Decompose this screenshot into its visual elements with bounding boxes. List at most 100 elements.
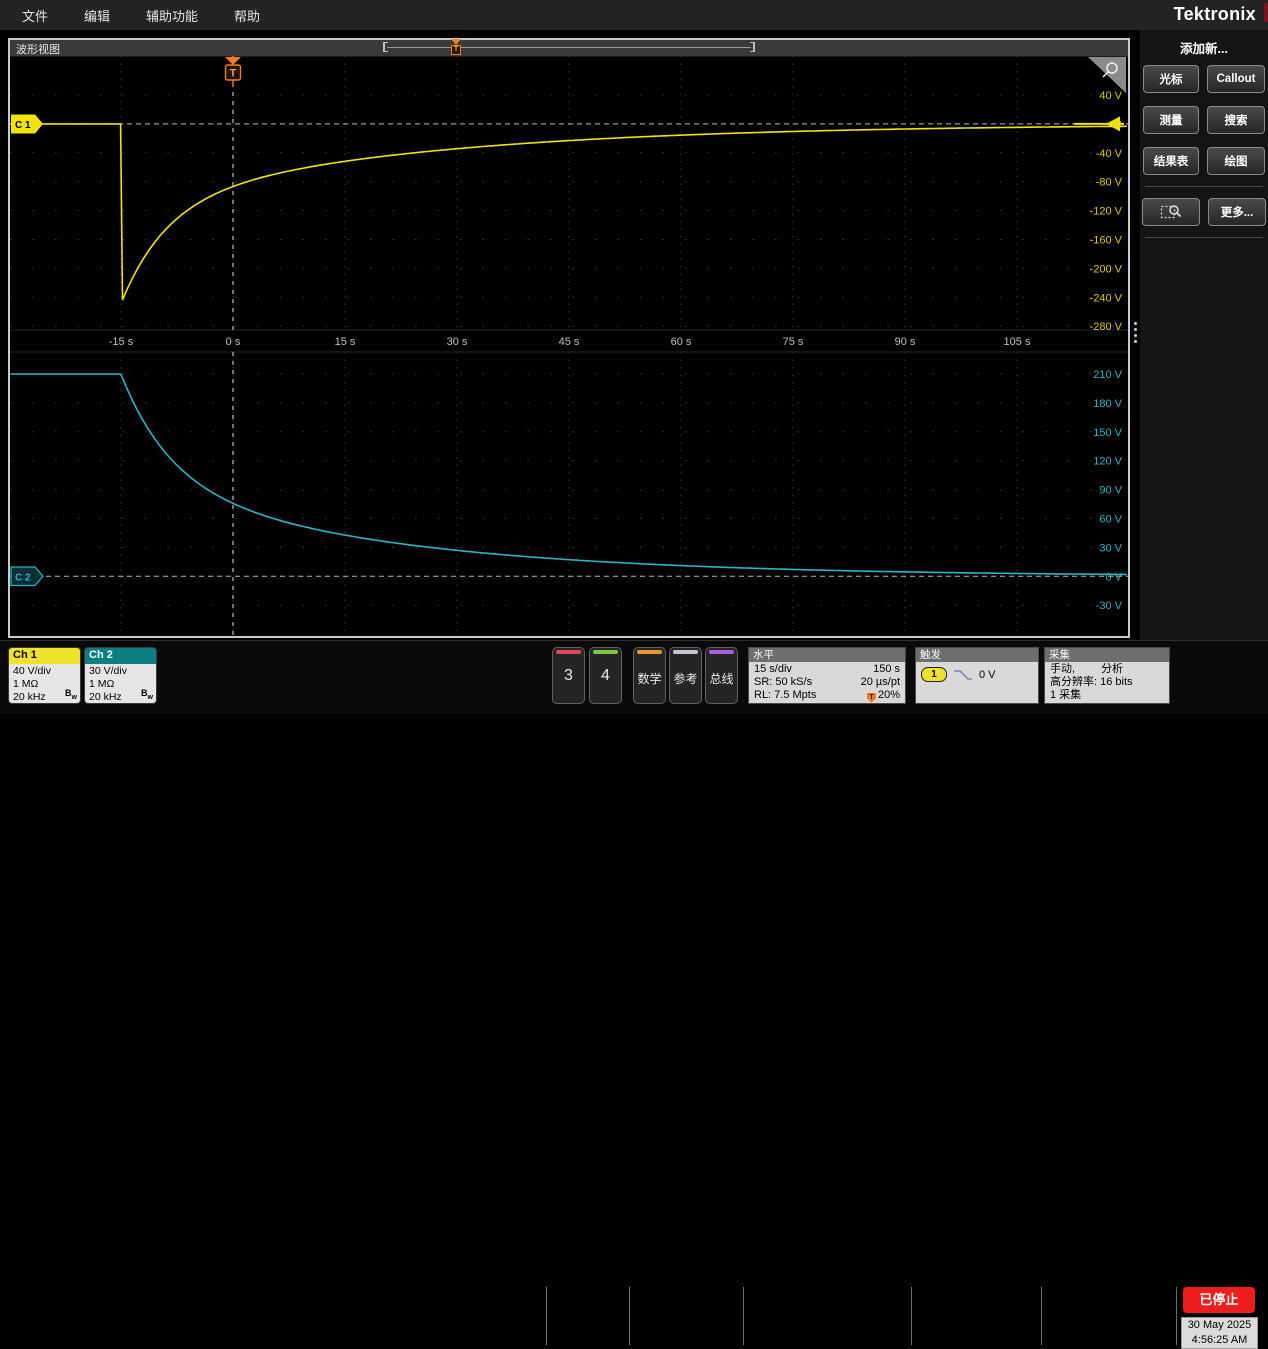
add-new-button-grid: 光标 Callout 测量搜索结果表绘图 <box>1140 65 1268 175</box>
menu-item-4[interactable]: 帮助 <box>234 6 260 25</box>
trigger-flag-t-icon: T <box>230 68 237 80</box>
bottom-bar-divider <box>1176 1287 1177 1345</box>
waveform-view-panel: 波形视图 T 40 V0-40 V-80 V-120 V-160 V-200 V… <box>8 38 1130 638</box>
channel-button-数学[interactable]: 数学 <box>633 647 666 704</box>
channel-1-badge[interactable]: Ch 1 40 V/div 1 MΩ 20 kHz Bw <box>8 647 81 704</box>
acquisition-detail: 高分辨率: 16 bits <box>1050 676 1164 689</box>
ch2-flag-label: C 2 <box>15 573 31 584</box>
time-axis-label: 75 s <box>783 336 804 348</box>
time-axis-label: 15 s <box>335 336 356 348</box>
ch2-axis-label: 210 V <box>1093 369 1122 381</box>
add-5-button[interactable]: 结果表 <box>1143 147 1199 175</box>
acquisition-mode: 手动, <box>1050 663 1075 676</box>
trigger-source-badge: 1 <box>921 667 947 682</box>
acquisition-count: 1 采集 <box>1050 689 1164 702</box>
channel-1-scale: 40 V/div <box>13 665 76 678</box>
bandwidth-limit-icon: Bw <box>65 687 77 704</box>
channel-color-stripe <box>556 650 581 654</box>
channel-2-badge[interactable]: Ch 2 30 V/div 1 MΩ 20 kHz Bw <box>84 647 157 704</box>
add-2-button[interactable]: Callout <box>1207 65 1265 93</box>
sidebar-divider <box>1145 186 1263 187</box>
bottom-bar: Ch 1 40 V/div 1 MΩ 20 kHz Bw Ch 2 30 V/d… <box>0 640 1268 714</box>
sidebar-divider-2 <box>1145 237 1263 238</box>
date-text: 30 May 2025 <box>1182 1318 1257 1333</box>
channel-2-name: Ch 2 <box>85 648 156 664</box>
ch2-axis-label: 120 V <box>1093 456 1122 468</box>
horizontal-pan-minimap[interactable]: T <box>383 42 755 53</box>
zoom-select-button[interactable] <box>1142 198 1200 226</box>
channel-color-stripe <box>673 650 698 654</box>
channel-button-label: 4 <box>590 667 621 685</box>
menu-item-1[interactable]: 文件 <box>22 6 48 25</box>
minimap-right-bracket[interactable] <box>750 42 755 52</box>
time-axis-label: 0 s <box>226 336 241 348</box>
waveform-view-title: 波形视图 <box>16 41 60 57</box>
add-6-button[interactable]: 绘图 <box>1207 147 1265 175</box>
ch2-axis-label: 90 V <box>1099 485 1122 497</box>
menu-item-3[interactable]: 辅助功能 <box>146 6 198 25</box>
add-3-button[interactable]: 测量 <box>1143 106 1199 134</box>
minimap-left-bracket[interactable] <box>383 42 388 52</box>
ch2-axis-label: 60 V <box>1099 514 1122 526</box>
minimap-trigger-t-icon: T <box>451 45 461 55</box>
scope-graticule[interactable]: 40 V0-40 V-80 V-120 V-160 V-200 V-240 V-… <box>10 56 1128 636</box>
bottom-bar-divider <box>629 1287 630 1345</box>
ch1-axis-label: 40 V <box>1099 90 1122 102</box>
bandwidth-limit-icon: Bw <box>141 687 153 704</box>
trigger-panel[interactable]: 触发 1 0 V <box>915 647 1039 704</box>
add-new-title: 添加新... <box>1140 38 1268 57</box>
ch2-axis-label: 30 V <box>1099 542 1122 554</box>
sample-interval: 20 µs/pt <box>861 676 900 689</box>
minimap-trigger-marker[interactable]: T <box>451 39 461 55</box>
acquisition-panel[interactable]: 采集 手动, 分析 高分辨率: 16 bits 1 采集 <box>1044 647 1170 704</box>
acquisition-title: 采集 <box>1045 648 1169 662</box>
run-stop-button[interactable]: 已停止 <box>1183 1287 1255 1313</box>
channel-button-label: 3 <box>553 667 584 685</box>
corner-zoom-control[interactable] <box>1088 57 1126 93</box>
channel-button-3[interactable]: 3 <box>552 647 585 704</box>
logo-accent <box>1264 3 1268 22</box>
channel-2-scale: 30 V/div <box>89 665 152 678</box>
time-text: 4:56:25 AM <box>1182 1333 1257 1348</box>
ch2-axis-label: -30 V <box>1096 600 1123 612</box>
channel-2-settings: 30 V/div 1 MΩ 20 kHz Bw <box>85 664 156 704</box>
channel-button-4[interactable]: 4 <box>589 647 622 704</box>
ch1-axis-label: -240 V <box>1090 292 1123 304</box>
ch1-flag-label: C 1 <box>15 120 31 131</box>
trigger-flag-triangle-icon[interactable] <box>225 57 241 65</box>
time-axis-label: 30 s <box>447 336 468 348</box>
add-1-button[interactable]: 光标 <box>1143 65 1199 93</box>
panel-splitter-handle[interactable] <box>1134 322 1137 343</box>
channel-button-参考[interactable]: 参考 <box>669 647 702 704</box>
horizontal-scale: 15 s/div <box>754 663 792 676</box>
menu-items: 文件 编辑 辅助功能 帮助 <box>22 0 260 30</box>
menu-bar: 文件编辑辅助功能帮助 Tektronix <box>0 0 1268 30</box>
ch2-axis-label: 0 V <box>1105 571 1122 583</box>
more-button[interactable]: 更多... <box>1208 198 1266 226</box>
record-length: RL: 7.5 Mpts <box>754 689 816 703</box>
channel-color-stripe <box>593 650 618 654</box>
trigger-level: 0 V <box>979 669 996 681</box>
channel-color-stripe <box>709 650 734 654</box>
time-axis-label: 60 s <box>671 336 692 348</box>
minimap-line <box>387 47 751 48</box>
trigger-level-arrow[interactable] <box>1106 116 1120 131</box>
channel-color-stripe <box>637 650 662 654</box>
channel-button-总线[interactable]: 总线 <box>705 647 738 704</box>
add-4-button[interactable]: 搜索 <box>1207 106 1265 134</box>
ch1-axis-label: -200 V <box>1090 263 1123 275</box>
datetime-display: 30 May 2025 4:56:25 AM <box>1181 1317 1258 1349</box>
menu-item-2[interactable]: 编辑 <box>84 6 110 25</box>
zoom-select-icon <box>1160 203 1182 221</box>
time-axis-label: 45 s <box>559 336 580 348</box>
bottom-bar-divider <box>1041 1287 1042 1345</box>
waveform-view-titlebar: 波形视图 T <box>10 40 1128 57</box>
ch1-axis-label: -120 V <box>1090 206 1123 218</box>
acquisition-analyze: 分析 <box>1101 663 1123 676</box>
channel-button-label: 参考 <box>670 670 701 687</box>
time-axis-label: 90 s <box>895 336 916 348</box>
horizontal-panel[interactable]: 水平 15 s/div 150 s SR: 50 kS/s 20 µs/pt R… <box>748 647 906 704</box>
waveform-c2 <box>11 374 1127 575</box>
time-axis-label: 105 s <box>1004 336 1031 348</box>
channel-button-label: 数学 <box>634 670 665 687</box>
